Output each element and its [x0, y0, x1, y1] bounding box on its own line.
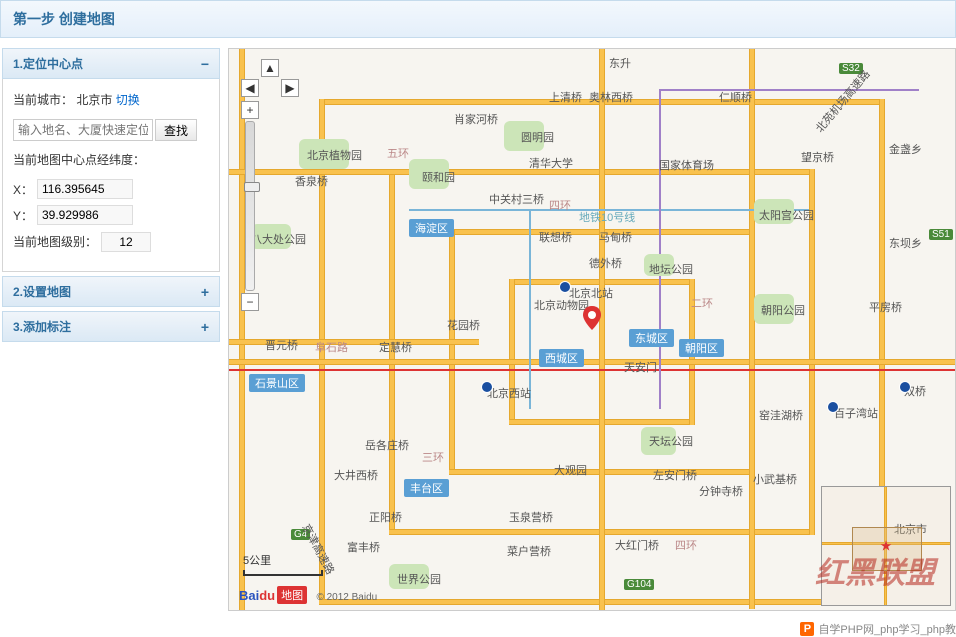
center-marker [580, 306, 604, 330]
pan-right-button[interactable]: ▶ [281, 79, 299, 97]
accordion-section-locate[interactable]: 1.定位中心点 − [2, 48, 220, 79]
station-icon [899, 381, 911, 393]
expressway-shield: S32 [839, 63, 863, 74]
station-icon [827, 401, 839, 413]
zoom-slider[interactable] [245, 121, 255, 291]
district-label: 朝阳区 [679, 339, 724, 357]
zoom-controls: ▲ ◀ ▶ + − [241, 59, 299, 313]
accordion-title: 2.设置地图 [13, 283, 71, 300]
map-label: 四环 [675, 537, 697, 553]
station-icon [559, 281, 571, 293]
map-label: 玉泉营桥 [509, 509, 553, 525]
coord-label: 当前地图中心点经纬度： [13, 149, 209, 171]
expand-icon: + [201, 319, 209, 335]
map-label: 正阳桥 [369, 509, 402, 525]
expressway-shield: G4 [291, 529, 310, 540]
footer: P 自学PHP网_php学习_php教 [800, 621, 956, 637]
map-label: 金盏乡 [889, 141, 922, 157]
php-badge-icon: P [800, 622, 814, 636]
y-input[interactable] [37, 205, 133, 225]
expressway-shield: S51 [929, 229, 953, 240]
map-label: 百子湾站 [834, 405, 878, 421]
station-icon [481, 381, 493, 393]
scale-bar: 5公里 [243, 552, 323, 576]
district-label: 石景山区 [249, 374, 305, 392]
map-label: 富丰桥 [347, 539, 380, 555]
map-label: 分钟寺桥 [699, 483, 743, 499]
map-label: 德外桥 [589, 255, 622, 271]
zoom-input[interactable] [101, 232, 151, 252]
map-label: 五环 [387, 145, 409, 161]
map-label: 中关村三桥 [489, 191, 544, 207]
map-label: 大井西桥 [334, 467, 378, 483]
map-label: 肖家河桥 [454, 111, 498, 127]
x-label: X： [13, 181, 37, 198]
scale-text: 5公里 [243, 555, 271, 567]
switch-city-link[interactable]: 切换 [116, 93, 140, 107]
pan-up-button[interactable]: ▲ [261, 59, 279, 77]
page-header: 第一步 创建地图 [0, 0, 956, 38]
map-label: 北京北站 [569, 285, 613, 301]
map-label: 大红门桥 [615, 537, 659, 553]
map-label: 地铁10号线 [579, 209, 635, 225]
accordion-section-settings[interactable]: 2.设置地图 + [2, 276, 220, 307]
expressway-shield: G104 [624, 579, 654, 590]
map-label: 三环 [422, 449, 444, 465]
baidu-logo: Baidu 地图 © 2012 Baidu [239, 586, 377, 604]
page-title: 第一步 创建地图 [13, 11, 115, 27]
search-button[interactable]: 查找 [155, 119, 197, 141]
map-label: 菜户营桥 [507, 543, 551, 559]
map-label: 平房桥 [869, 299, 902, 315]
accordion-section-markers[interactable]: 3.添加标注 + [2, 311, 220, 342]
zoom-in-button[interactable]: + [241, 101, 259, 119]
y-label: Y： [13, 207, 37, 224]
district-label: 丰台区 [404, 479, 449, 497]
minimap[interactable]: 北京市 ★ [821, 486, 951, 606]
map-label: 小武基桥 [753, 471, 797, 487]
pan-left-button[interactable]: ◀ [241, 79, 259, 97]
zoom-label: 当前地图级别： [13, 231, 97, 253]
map-label: 望京桥 [801, 149, 834, 165]
map-label: 岳各庄桥 [365, 437, 409, 453]
x-input[interactable] [37, 179, 133, 199]
current-city-value: 北京市 [76, 93, 112, 107]
district-label: 东城区 [629, 329, 674, 347]
star-icon: ★ [880, 538, 893, 555]
search-input[interactable] [13, 119, 153, 141]
panel-locate: 当前城市： 北京市 切换 查找 当前地图中心点经纬度： X： Y： 当前地图级别… [2, 79, 220, 272]
sidebar: 1.定位中心点 − 当前城市： 北京市 切换 查找 当前地图中心点经纬度： X：… [0, 48, 228, 611]
expand-icon: + [201, 284, 209, 300]
current-city-label: 当前城市： [13, 93, 73, 107]
district-label: 海淀区 [409, 219, 454, 237]
collapse-icon: − [201, 56, 209, 72]
map-label: 东坝乡 [889, 235, 922, 251]
accordion-title: 1.定位中心点 [13, 55, 83, 72]
footer-text: 自学PHP网_php学习_php教 [818, 621, 956, 637]
copyright: © 2012 Baidu [316, 592, 377, 603]
accordion-title: 3.添加标注 [13, 318, 71, 335]
map[interactable]: 海淀区西城区东城区朝阳区丰台区石景山区S32S51G4G104东升上清桥奥林西桥… [228, 48, 956, 611]
map-label: 窑洼湖桥 [759, 407, 803, 423]
map-label: 东升 [609, 55, 631, 71]
zoom-out-button[interactable]: − [241, 293, 259, 311]
logo-map-tag: 地图 [277, 586, 307, 604]
